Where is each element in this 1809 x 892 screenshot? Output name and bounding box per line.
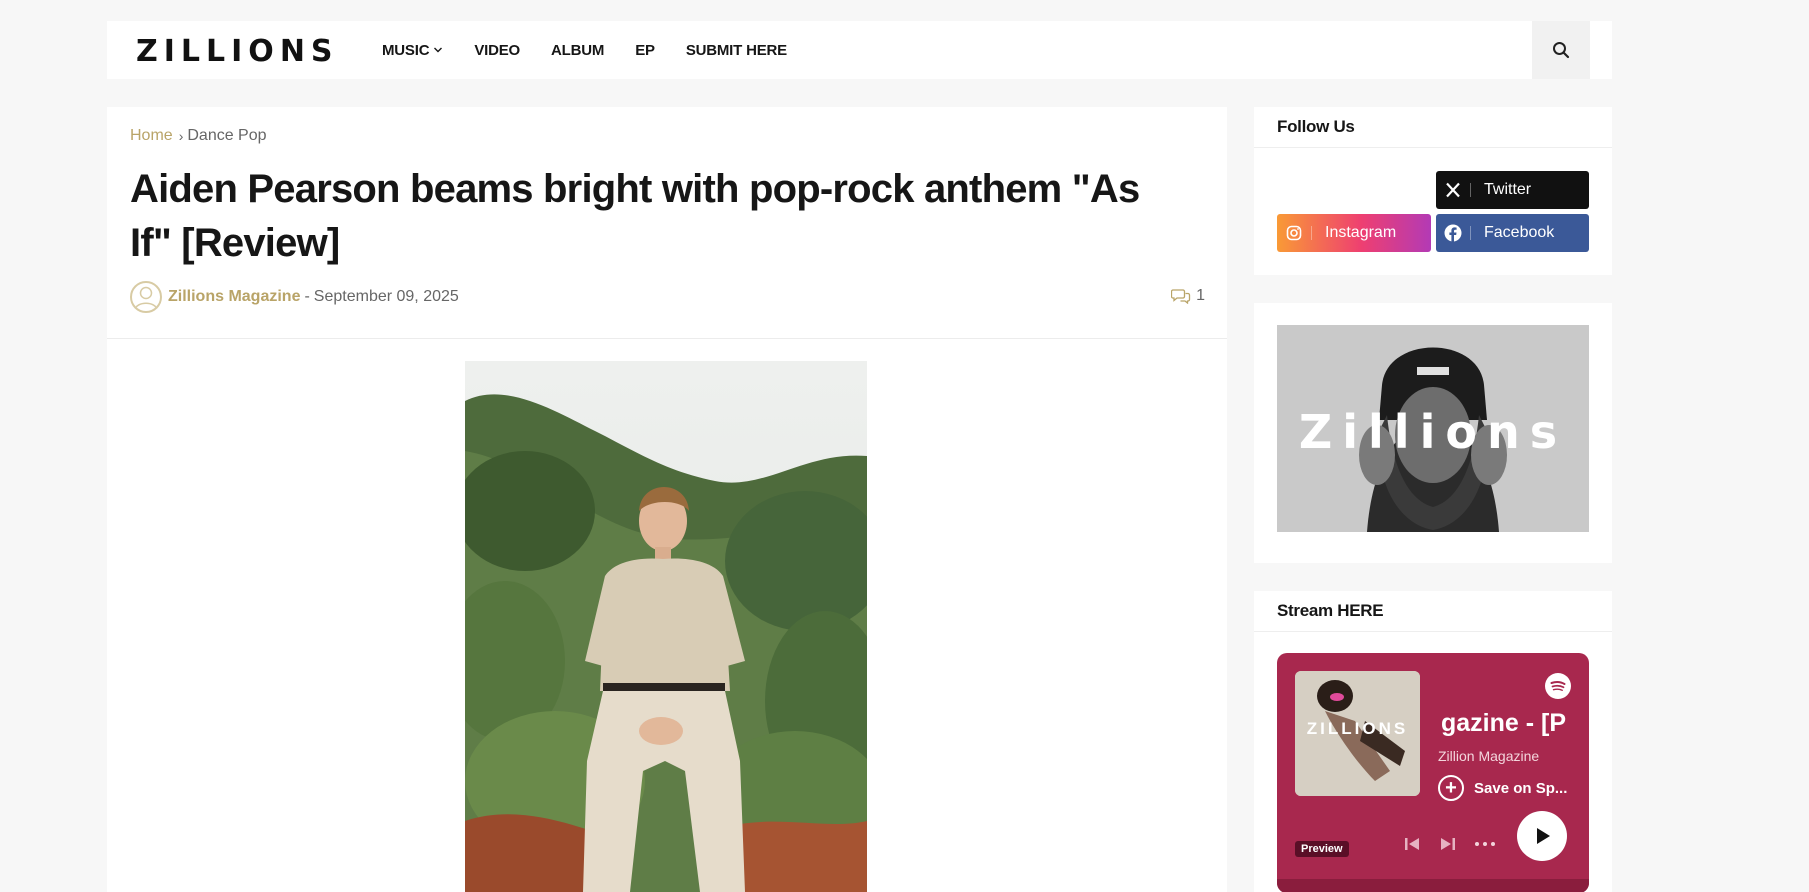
search-icon	[1553, 42, 1570, 59]
twitter-label: Twitter	[1484, 181, 1532, 198]
spotify-artist[interactable]: Zillion Magazine	[1438, 748, 1539, 764]
next-track-icon[interactable]	[1439, 835, 1457, 853]
instagram-label: Instagram	[1325, 224, 1397, 241]
play-button[interactable]	[1517, 811, 1567, 861]
search-button[interactable]	[1532, 21, 1590, 79]
instagram-icon	[1286, 225, 1302, 241]
comments-icon	[1171, 289, 1191, 304]
previous-track-icon[interactable]	[1403, 835, 1421, 853]
x-twitter-icon	[1446, 182, 1460, 198]
spotify-album-art[interactable]: ZILLIONS	[1295, 671, 1420, 796]
article-featured-image	[465, 361, 867, 892]
publish-date: September 09, 2025	[313, 288, 459, 305]
preview-badge: Preview	[1295, 841, 1349, 857]
twitter-button[interactable]: Twitter	[1436, 171, 1589, 209]
breadcrumb-home-link[interactable]: Home	[130, 127, 173, 145]
spotify-embed: ZILLIONS gazine - [P Zillion Magazine + …	[1277, 653, 1589, 892]
banner-widget: Zillions	[1254, 303, 1612, 563]
nav-item-ep[interactable]: EP	[635, 42, 655, 59]
article-title: Aiden Pearson beams bright with pop-rock…	[130, 167, 1140, 265]
button-separator	[1470, 226, 1471, 240]
nav-item-submit[interactable]: SUBMIT HERE	[686, 42, 787, 59]
breadcrumb: Home › Dance Pop	[130, 127, 267, 145]
play-icon	[1537, 828, 1550, 844]
album-art-text: ZILLIONS	[1306, 719, 1409, 738]
nav-item-label: MUSIC	[382, 41, 430, 59]
save-label: Save on Sp...	[1474, 779, 1568, 797]
site-logo[interactable]: ZILLIONS	[136, 34, 339, 69]
breadcrumb-current[interactable]: Dance Pop	[187, 127, 266, 145]
plus-circle-icon: +	[1438, 775, 1464, 801]
spotify-track-title[interactable]: gazine - [P	[1441, 709, 1571, 738]
spotify-progress-bar[interactable]	[1277, 879, 1589, 892]
more-options-icon[interactable]	[1473, 835, 1497, 853]
facebook-label: Facebook	[1484, 224, 1555, 241]
button-separator	[1311, 226, 1312, 240]
site-header: ZILLIONS MUSIC VIDEO ALBUM EP SUBMIT HER…	[107, 21, 1612, 79]
author-link[interactable]: Zillions Magazine	[168, 288, 300, 306]
facebook-button[interactable]: Facebook	[1436, 214, 1589, 252]
save-on-spotify-button[interactable]: + Save on Sp...	[1438, 775, 1567, 801]
breadcrumb-separator: ›	[178, 128, 184, 144]
nav-item-album[interactable]: ALBUM	[551, 42, 604, 59]
instagram-button[interactable]: Instagram	[1277, 214, 1431, 252]
article-card: Home › Dance Pop Aiden Pearson beams bri…	[107, 107, 1227, 892]
photo-scene	[465, 361, 867, 892]
comments-count: 1	[1196, 287, 1205, 304]
zillions-banner-image[interactable]: Zillions	[1277, 325, 1589, 532]
facebook-icon	[1444, 224, 1462, 242]
comments-link[interactable]: 1	[1171, 287, 1205, 305]
stream-widget: Stream HERE ZILLIONS gazine - [P Zillion…	[1254, 591, 1612, 892]
spotify-logo-icon[interactable]	[1545, 673, 1571, 699]
user-icon	[134, 286, 158, 311]
meta-divider	[107, 338, 1227, 339]
widget-divider	[1254, 631, 1612, 632]
avatar[interactable]	[130, 281, 162, 313]
widget-divider	[1254, 147, 1612, 148]
article-meta: Zillions Magazine - September 09, 2025	[130, 281, 459, 313]
nav-item-video[interactable]: VIDEO	[474, 42, 520, 59]
button-separator	[1470, 183, 1471, 197]
chevron-down-icon	[434, 47, 443, 53]
widget-title-stream: Stream HERE	[1277, 601, 1384, 620]
main-nav: MUSIC VIDEO ALBUM EP SUBMIT HERE	[382, 21, 818, 79]
follow-us-widget: Follow Us Twitter Instagram Facebook	[1254, 107, 1612, 275]
banner-text: Zillions	[1298, 405, 1568, 459]
widget-title-follow: Follow Us	[1277, 117, 1355, 136]
nav-item-music[interactable]: MUSIC	[382, 42, 443, 59]
meta-separator: -	[304, 288, 310, 305]
